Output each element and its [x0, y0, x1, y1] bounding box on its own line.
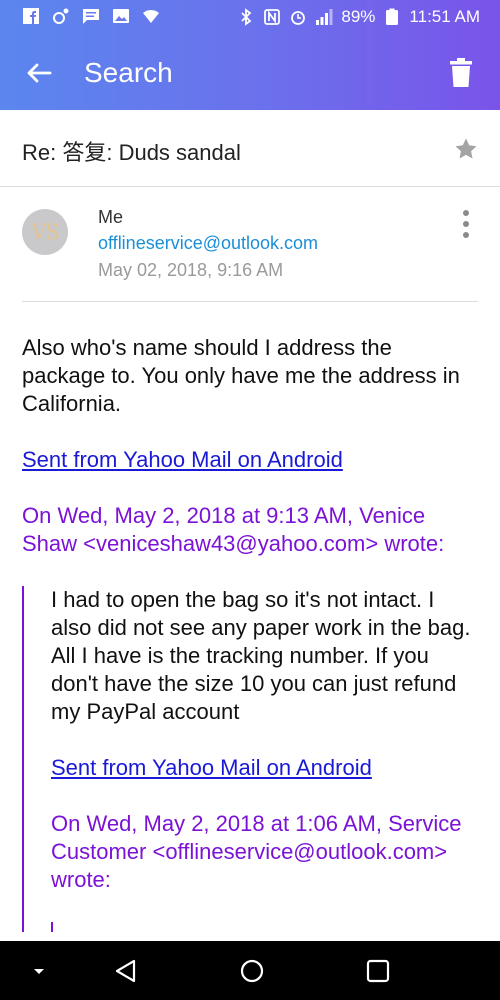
header-title: Search: [84, 57, 173, 88]
star-icon[interactable]: [454, 137, 478, 161]
more-options-icon[interactable]: [458, 209, 474, 239]
status-time: 11:51 AM: [409, 7, 480, 26]
reply-header: On Wed, May 2, 2018 at 9:13 AM, Venice S…: [22, 503, 445, 556]
subject-row: Re: 答复: Duds sandal: [0, 110, 500, 187]
app-header: 89% 11:51 AM Search: [0, 0, 500, 110]
quoted-message-text: I had to open the bag so it's not intact…: [51, 587, 471, 724]
notification-icon: [52, 7, 70, 25]
signal-icon: [315, 8, 333, 26]
quoted-message: I had to open the bag so it's not intact…: [22, 586, 478, 932]
signature-link[interactable]: Sent from Yahoo Mail on Android: [22, 447, 343, 472]
sender-date: May 02, 2018, 9:16 AM: [98, 260, 284, 280]
email-body: Also who's name should I address the pac…: [22, 334, 478, 932]
quoted-reply-header: On Wed, May 2, 2018 at 1:06 AM, Service …: [51, 811, 462, 892]
hide-keyboard-icon[interactable]: [26, 958, 52, 984]
bluetooth-icon: [237, 8, 255, 26]
sender-name: Me: [98, 207, 124, 227]
avatar: VS: [22, 209, 68, 255]
battery-icon: [383, 8, 401, 26]
trash-icon[interactable]: [448, 58, 474, 88]
status-bar: 89% 11:51 AM: [0, 0, 500, 34]
email-subject: Re: 答复: Duds sandal: [22, 140, 241, 165]
sender-block: VS Me offlineservice@outlook.com May 02,…: [22, 187, 478, 302]
facebook-icon: [22, 7, 40, 25]
home-nav-icon[interactable]: [239, 958, 265, 984]
back-arrow-icon[interactable]: [22, 56, 56, 90]
navigation-bar: [0, 941, 500, 1000]
wifi-icon: [142, 7, 160, 25]
nfc-icon: [263, 8, 281, 26]
battery-percent: 89%: [341, 7, 376, 26]
sender-email[interactable]: offlineservice@outlook.com: [98, 233, 318, 254]
nested-quote-bar: [51, 922, 478, 932]
message-text: Also who's name should I address the pac…: [22, 335, 460, 416]
quoted-signature-link[interactable]: Sent from Yahoo Mail on Android: [51, 755, 372, 780]
image-icon: [112, 7, 130, 25]
message-icon: [82, 7, 100, 25]
recents-nav-icon[interactable]: [365, 958, 391, 984]
back-nav-icon[interactable]: [113, 958, 139, 984]
alarm-icon: [289, 8, 307, 26]
